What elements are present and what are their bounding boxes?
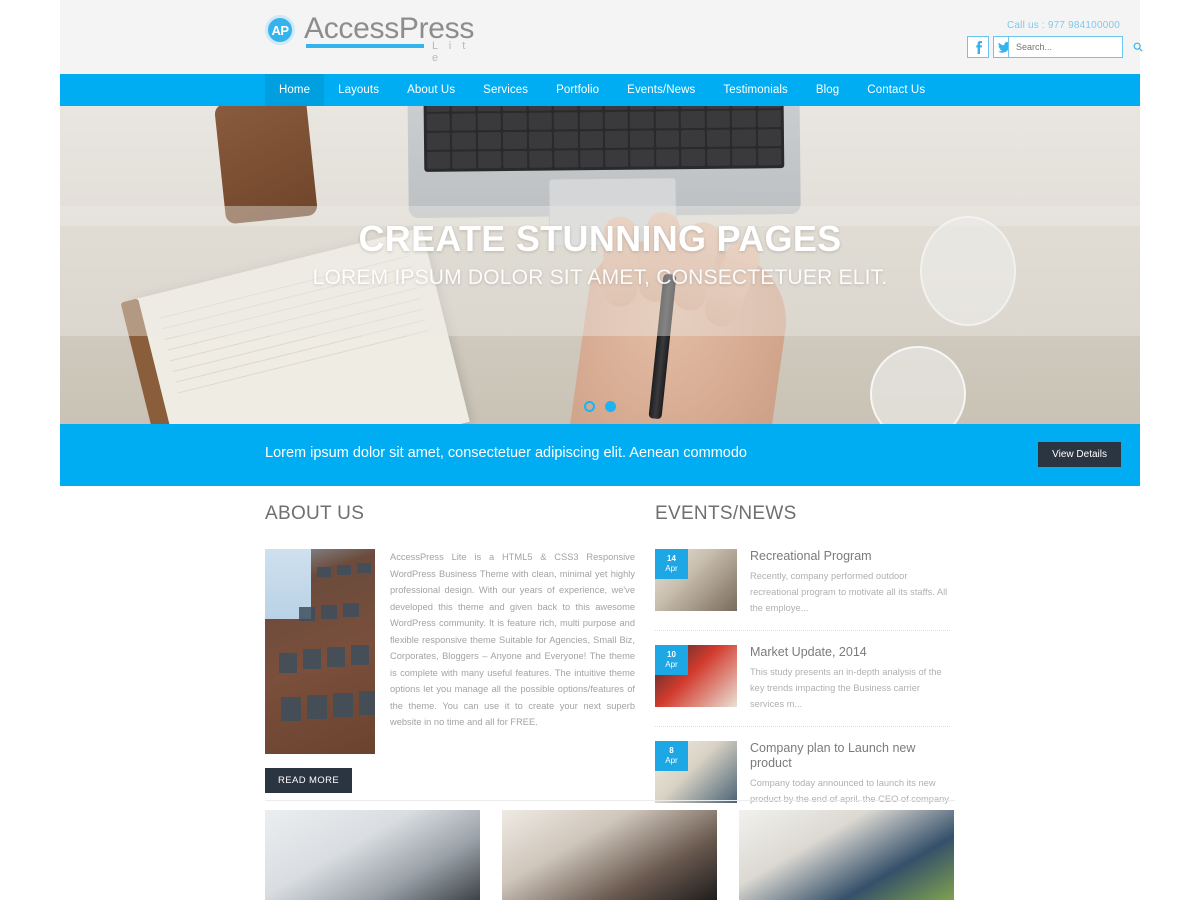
event-title[interactable]: Market Update, 2014 [750,645,950,660]
event-item[interactable]: 10 Apr Market Update, 2014 This study prese… [655,645,950,727]
section-divider [265,800,955,801]
nav-item-contact-us[interactable]: Contact Us [853,74,939,106]
search-box[interactable] [1008,36,1143,58]
laptop-illustration [407,106,801,247]
nav-item-home[interactable]: Home [265,74,325,106]
portfolio-item[interactable] [502,810,717,900]
nav-item-about-us[interactable]: About Us [393,74,469,106]
view-details-button[interactable]: View Details [1038,442,1121,467]
main-navigation: Home Layouts About Us Services Portfolio Even… [60,74,1140,106]
slider-dot-2[interactable] [605,401,616,412]
site-header: AP AccessPress L i t e Call us : 977 984… [60,0,1143,74]
event-thumbnail: 14 Apr [655,549,737,611]
events-news-section: EVENTS/NEWS 14 Apr Recreational Program Rec… [655,503,950,851]
event-item[interactable]: 14 Apr Recreational Program Recently, compa… [655,549,950,631]
portfolio-item[interactable] [265,810,480,900]
logo-badge-icon: AP [265,15,295,45]
event-body: Market Update, 2014 This study presents a… [750,645,950,712]
event-description: This study presents an in-depth analysis… [750,667,942,709]
nav-item-events-news[interactable]: Events/News [613,74,709,106]
event-description: Recently, company performed outdoor recr… [750,571,948,613]
event-day: 8 [669,746,674,755]
event-thumbnail: 8 Apr [655,741,737,803]
about-us-image [265,549,375,754]
slider-dot-1[interactable] [584,401,595,412]
read-more-button[interactable]: READ MORE [265,768,353,793]
about-us-body: AccessPress Lite is a HTML5 & CSS3 Respo… [390,552,635,727]
nav-item-blog[interactable]: Blog [802,74,853,106]
hero-slider[interactable]: CREATE STUNNING PAGES LOREM IPSUM DOLOR … [60,106,1140,424]
event-month: Apr [665,660,678,669]
site-logo[interactable]: AP AccessPress L i t e [265,14,474,64]
event-day: 10 [667,650,676,659]
nav-item-services[interactable]: Services [469,74,542,106]
logo-underline [306,44,424,48]
site-page: AP AccessPress L i t e Call us : 977 984… [60,0,1143,900]
hero-title: CREATE STUNNING PAGES [358,218,842,259]
hero-caption: CREATE STUNNING PAGES LOREM IPSUM DOLOR … [60,218,1140,290]
about-us-title: ABOUT US [265,503,365,524]
about-us-section: ABOUT US AccessPress Lite is a HTML5 & C… [265,503,635,793]
portfolio-item[interactable] [739,810,954,900]
nav-item-layouts[interactable]: Layouts [324,74,393,106]
event-body: Recreational Program Recently, company pe… [750,549,950,616]
event-date-badge: 10 Apr [655,645,688,675]
nav-item-portfolio[interactable]: Portfolio [542,74,613,106]
call-us-text: Call us : 977 984100000 [1006,20,1120,31]
slider-pagination[interactable] [60,401,1140,412]
call-to-action-bar: Lorem ipsum dolor sit amet, consectetuer… [60,424,1140,486]
hero-subtitle: LOREM IPSUM DOLOR SIT AMET, CONSECTETUER… [312,266,888,289]
cta-text: Lorem ipsum dolor sit amet, consectetuer… [265,445,747,461]
event-title[interactable]: Recreational Program [750,549,950,564]
portfolio-row [265,810,955,900]
event-month: Apr [665,564,678,573]
nav-item-testimonials[interactable]: Testimonials [709,74,801,106]
event-date-badge: 8 Apr [655,741,688,771]
facebook-icon[interactable] [967,36,989,58]
events-news-title: EVENTS/NEWS [655,503,797,524]
event-thumbnail: 10 Apr [655,645,737,707]
search-input[interactable] [1009,37,1133,57]
logo-subtitle: L i t e [432,40,470,64]
event-day: 14 [667,554,676,563]
event-month: Apr [665,756,678,765]
search-icon[interactable] [1133,42,1143,52]
event-date-badge: 14 Apr [655,549,688,579]
event-title[interactable]: Company plan to Launch new product [750,741,950,771]
